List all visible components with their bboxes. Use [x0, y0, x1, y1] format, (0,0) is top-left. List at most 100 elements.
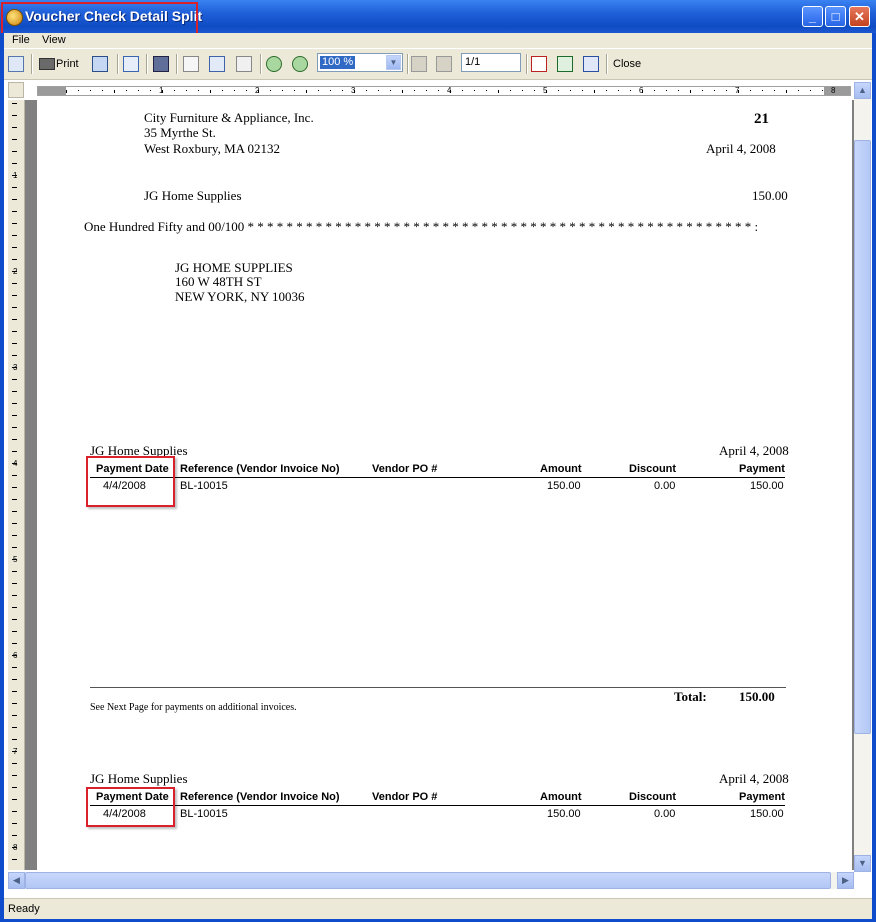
minimize-button[interactable]: _ — [802, 6, 823, 27]
ruler-tick — [12, 547, 17, 548]
ruler-tick — [12, 151, 17, 152]
ruler-number: 8 — [831, 86, 836, 95]
stub1-header-reference: Reference (Vendor Invoice No) — [180, 463, 340, 475]
ruler-tick — [570, 90, 571, 91]
ruler-number: 6 — [639, 86, 644, 95]
ruler-tick — [12, 127, 17, 128]
zoom-select[interactable]: 100 % ▼ — [317, 53, 403, 72]
horizontal-ruler: 1 2 3 4 5 6 7 8 — [37, 86, 851, 96]
stub2-cell-amount: 150.00 — [547, 808, 581, 820]
ruler-tick — [12, 475, 17, 476]
vertical-ruler: 1 2 3 4 5 6 7 8 — [8, 100, 25, 870]
page-number-field[interactable]: 1/1 — [461, 53, 521, 72]
maximize-button[interactable]: □ — [825, 6, 846, 27]
printer-icon[interactable] — [39, 58, 55, 70]
ruler-tick — [12, 319, 17, 320]
toolbar-separator — [606, 54, 608, 74]
copy-icon[interactable] — [123, 56, 139, 72]
scroll-left-icon[interactable]: ◀ — [8, 872, 25, 889]
scroll-down-icon[interactable]: ▼ — [854, 855, 871, 872]
ruler-tick — [12, 391, 17, 392]
ruler-tick — [810, 90, 811, 91]
ruler-tick — [342, 90, 343, 91]
multi-page-icon[interactable] — [209, 56, 225, 72]
zoom-in-icon[interactable] — [266, 56, 282, 72]
stub2-header-payment: Payment — [739, 791, 785, 803]
ruler-tick — [12, 307, 17, 308]
ruler-tick — [378, 90, 379, 91]
print-button[interactable]: Print — [56, 58, 79, 70]
check-date: April 4, 2008 — [706, 141, 776, 156]
ruler-tick — [12, 703, 17, 704]
check-number: 21 — [754, 111, 769, 127]
ruler-tick — [798, 90, 799, 91]
ruler-tick — [12, 511, 17, 512]
ruler-tick — [186, 90, 187, 91]
find-icon[interactable] — [153, 56, 169, 72]
word-export-icon[interactable] — [583, 56, 599, 72]
vertical-scroll-thumb[interactable] — [854, 140, 871, 734]
page-setup-icon[interactable] — [92, 56, 108, 72]
ruler-tick — [12, 199, 17, 200]
horizontal-scroll-thumb[interactable] — [25, 872, 831, 889]
continuous-page-icon[interactable] — [236, 56, 252, 72]
ruler-tick — [12, 343, 17, 344]
horizontal-scrollbar[interactable]: ◀ ▶ — [8, 872, 854, 889]
ruler-number: 6 — [13, 651, 18, 660]
stub1-total-value: 150.00 — [739, 689, 775, 704]
next-page-icon[interactable] — [436, 56, 452, 72]
ruler-tick — [12, 727, 17, 728]
scroll-right-icon[interactable]: ▶ — [837, 872, 854, 889]
ruler-tick — [762, 90, 763, 91]
ruler-tick — [12, 103, 17, 104]
ruler-tick — [726, 90, 727, 91]
ruler-tick — [678, 90, 679, 91]
ruler-tick — [282, 90, 283, 91]
zoom-out-icon[interactable] — [292, 56, 308, 72]
toolbar-separator — [176, 54, 178, 74]
stub1-cell-amount: 150.00 — [547, 480, 581, 492]
stub1-header-payment: Payment — [739, 463, 785, 475]
ruler-number: 7 — [13, 747, 18, 756]
pdf-export-icon[interactable] — [531, 56, 547, 72]
ruler-tick — [12, 763, 17, 764]
single-page-icon[interactable] — [183, 56, 199, 72]
ruler-tick — [534, 90, 535, 91]
ruler-tick — [12, 715, 17, 716]
report-page: City Furniture & Appliance, Inc. 35 Myrt… — [37, 100, 852, 870]
ruler-tick — [12, 835, 17, 836]
vertical-scrollbar[interactable]: ▲ ▼ — [854, 82, 871, 872]
toolbar: Print 100 % ▼ 1/1 Close — [4, 49, 872, 80]
ruler-tick — [606, 90, 607, 91]
scroll-up-icon[interactable]: ▲ — [854, 82, 871, 99]
ruler-tick — [12, 427, 17, 428]
ruler-corner — [8, 82, 24, 98]
ruler-tick — [222, 90, 223, 91]
window-frame-left — [0, 33, 4, 922]
copy-pages-icon[interactable] — [8, 56, 24, 72]
excel-export-icon[interactable] — [557, 56, 573, 72]
amount-in-words: One Hundred Fifty and 00/100 * * * * * *… — [84, 219, 759, 234]
close-window-button[interactable]: ✕ — [849, 6, 870, 27]
ruler-tick — [12, 583, 17, 584]
stub2-header-discount: Discount — [629, 791, 677, 803]
chevron-down-icon[interactable]: ▼ — [386, 55, 401, 70]
previous-page-icon[interactable] — [411, 56, 427, 72]
close-button[interactable]: Close — [613, 58, 641, 70]
ruler-tick — [90, 90, 91, 91]
ruler-tick — [702, 90, 703, 91]
check-amount: 150.00 — [752, 188, 788, 203]
window-frame-right — [872, 33, 876, 922]
menu-file[interactable]: File — [12, 34, 30, 46]
ruler-tick — [12, 115, 17, 116]
ruler-number: 5 — [543, 86, 548, 95]
ruler-tick — [102, 90, 103, 91]
ruler-tick — [714, 90, 715, 91]
toolbar-separator — [31, 54, 33, 74]
stub1-cell-reference: BL-10015 — [180, 480, 228, 492]
ruler-tick — [486, 90, 487, 91]
menu-view[interactable]: View — [42, 34, 66, 46]
ruler-tick — [12, 571, 17, 572]
stub1-header-amount: Amount — [540, 463, 582, 475]
stub2-cell-reference: BL-10015 — [180, 808, 228, 820]
